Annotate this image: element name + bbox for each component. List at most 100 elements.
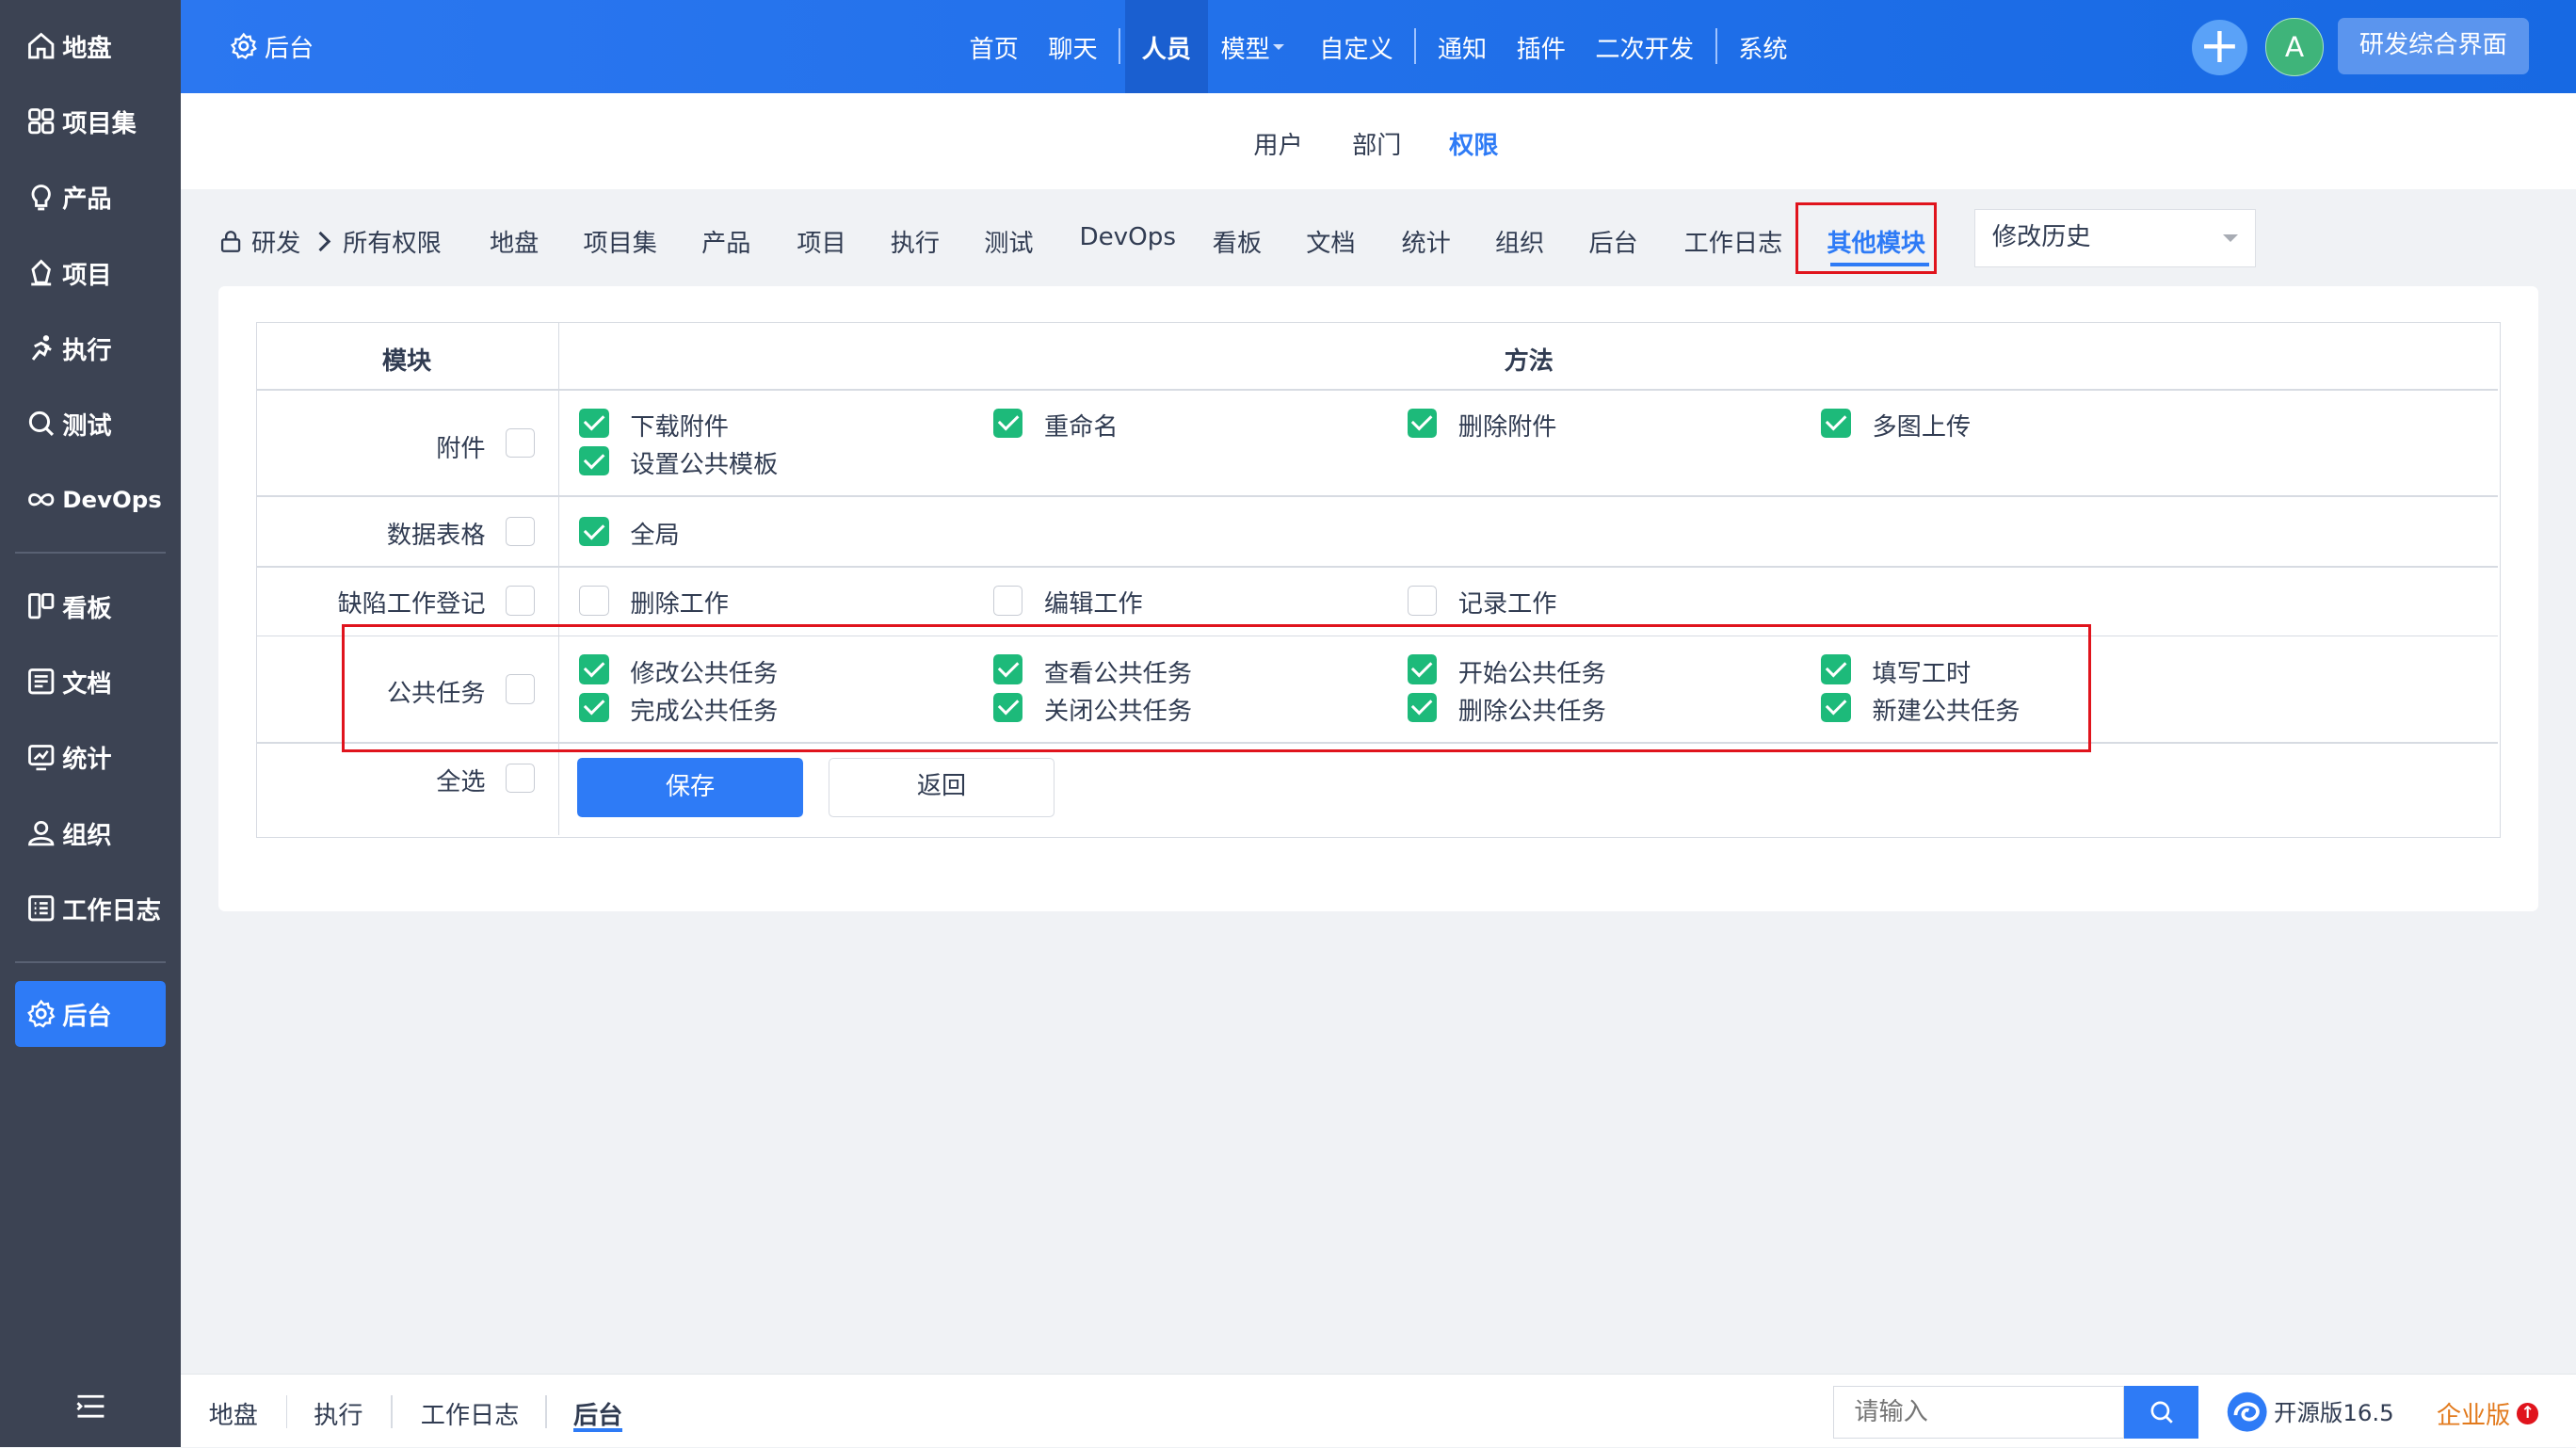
chevron-down-icon <box>1273 43 1285 51</box>
tab-permissions[interactable]: 权限 <box>1449 125 1498 161</box>
nav-plugin[interactable]: 插件 <box>1517 0 1566 93</box>
module-checkbox[interactable] <box>505 427 536 459</box>
sidebar-item-label: 工作日志 <box>62 896 161 925</box>
method-checkbox[interactable] <box>992 408 1023 439</box>
select-all-checkbox[interactable] <box>505 763 536 794</box>
footer-tab-admin[interactable]: 后台 <box>573 1395 622 1431</box>
sidebar-item-devops[interactable]: DevOps <box>15 467 167 533</box>
column-header-method: 方法 <box>1504 347 1554 377</box>
method-checkbox[interactable] <box>579 408 609 439</box>
method-label: 设置公共模板 <box>630 451 779 480</box>
method-label: 多图上传 <box>1872 412 1972 442</box>
tab-departments[interactable]: 部门 <box>1352 125 1401 161</box>
footer-tab-dashboard[interactable]: 地盘 <box>209 1395 258 1431</box>
search-input[interactable] <box>1833 1386 2125 1439</box>
nav-chat[interactable]: 聊天 <box>1048 0 1097 93</box>
breadcrumb[interactable]: 研发 所有权限 <box>218 223 442 259</box>
history-select[interactable]: 修改历史 <box>1974 208 2256 268</box>
sidebar-item-product[interactable]: 产品 <box>15 165 167 231</box>
sidebar-item-label: 项目 <box>62 261 112 290</box>
home-icon <box>26 31 56 60</box>
module-label: 数据表格 <box>386 522 486 551</box>
sidebar-item-stats[interactable]: 统计 <box>15 725 167 791</box>
module-tab-stats[interactable]: 统计 <box>1401 223 1450 259</box>
module-label: 附件 <box>436 434 486 463</box>
sidebar-item-doc[interactable]: 文档 <box>15 649 167 715</box>
admin-brand-label: 后台 <box>264 34 314 63</box>
method-checkbox[interactable] <box>1821 408 1851 439</box>
chevron-right-icon <box>311 231 331 252</box>
nav-people[interactable]: 人员 <box>1125 0 1208 94</box>
module-tab-admin[interactable]: 后台 <box>1588 223 1637 259</box>
rd-interface-button[interactable]: 研发综合界面 <box>2338 18 2529 74</box>
table-row-divider <box>257 495 2499 497</box>
tab-users[interactable]: 用户 <box>1253 125 1302 161</box>
highlight-box-tab <box>1795 201 1938 275</box>
footer-tab-execution[interactable]: 执行 <box>314 1395 362 1431</box>
nav-divider <box>1119 27 1121 65</box>
sidebar-divider <box>14 552 167 555</box>
sidebar-item-execution[interactable]: 执行 <box>15 315 167 381</box>
table-column-divider <box>557 323 560 836</box>
module-tab-execution[interactable]: 执行 <box>891 223 940 259</box>
sidebar-item-admin[interactable]: 后台 <box>14 980 167 1047</box>
version-info: 开源版16.5 <box>2226 1391 2394 1433</box>
method-checkbox[interactable] <box>579 586 609 616</box>
nav-notify[interactable]: 通知 <box>1438 0 1487 93</box>
chart-icon <box>26 743 56 772</box>
method-label: 删除附件 <box>1457 412 1557 442</box>
module-tab-dashboard[interactable]: 地盘 <box>490 223 539 259</box>
module-tab-worklog[interactable]: 工作日志 <box>1684 223 1783 259</box>
module-checkbox[interactable] <box>505 516 536 547</box>
footer-divider <box>285 1395 288 1429</box>
sub-tabs: 用户 部门 权限 <box>180 93 2576 189</box>
module-tab-kanban[interactable]: 看板 <box>1213 223 1262 259</box>
module-tab-org[interactable]: 组织 <box>1495 223 1544 259</box>
sidebar-divider <box>14 960 167 963</box>
enterprise-label: 企业版 <box>2436 1402 2511 1431</box>
sidebar-item-project[interactable]: 项目 <box>15 240 167 306</box>
sidebar-item-dashboard[interactable]: 地盘 <box>15 13 167 79</box>
doc-icon <box>26 667 56 696</box>
method-checkbox[interactable] <box>1407 408 1438 439</box>
project-icon <box>26 258 56 287</box>
avatar[interactable]: A <box>2265 18 2324 76</box>
footer-tab-worklog[interactable]: 工作日志 <box>421 1395 520 1431</box>
sidebar-item-label: 地盘 <box>62 34 112 63</box>
module-tab-project[interactable]: 项目 <box>797 223 845 259</box>
nav-divider <box>1414 27 1417 65</box>
search-button[interactable] <box>2124 1386 2198 1439</box>
module-tab-devops[interactable]: DevOps <box>1079 223 1176 251</box>
sidebar-item-label: 看板 <box>62 594 112 623</box>
method-checkbox[interactable] <box>992 586 1023 616</box>
sidebar-item-program[interactable]: 项目集 <box>15 88 167 154</box>
sidebar-item-kanban[interactable]: 看板 <box>15 573 167 639</box>
search-icon <box>26 409 56 438</box>
sidebar-item-org[interactable]: 组织 <box>15 800 167 866</box>
nav-dev[interactable]: 二次开发 <box>1595 0 1694 93</box>
module-tab-product[interactable]: 产品 <box>701 223 750 259</box>
sidebar-item-worklog[interactable]: 工作日志 <box>15 876 167 941</box>
create-plus-button[interactable]: + <box>2191 20 2248 76</box>
nav-model[interactable]: 模型 <box>1221 0 1285 93</box>
module-tab-doc[interactable]: 文档 <box>1306 223 1355 259</box>
sidebar-item-label: 后台 <box>62 1002 112 1031</box>
collapse-menu-icon[interactable] <box>74 1392 107 1421</box>
nav-custom[interactable]: 自定义 <box>1319 0 1393 93</box>
method-checkbox[interactable] <box>579 445 609 476</box>
save-button[interactable]: 保存 <box>577 758 803 818</box>
permission-table: 模块 方法 附件 下载附件 重命名 删除附件 多图上传 设置公共模板 数据表格 … <box>256 322 2501 838</box>
enterprise-link[interactable]: 企业版 ↑ <box>2437 1395 2538 1431</box>
history-select-value: 修改历史 <box>1991 222 2091 251</box>
nav-home[interactable]: 首页 <box>970 0 1019 93</box>
method-checkbox[interactable] <box>1407 586 1438 616</box>
gear-icon <box>26 999 56 1028</box>
module-checkbox[interactable] <box>505 586 536 616</box>
admin-brand[interactable]: 后台 <box>230 28 314 64</box>
module-tab-test[interactable]: 测试 <box>984 223 1033 259</box>
method-checkbox[interactable] <box>579 516 609 547</box>
nav-system[interactable]: 系统 <box>1738 0 1787 93</box>
sidebar-item-test[interactable]: 测试 <box>15 391 167 457</box>
module-tab-program[interactable]: 项目集 <box>583 223 656 259</box>
back-button[interactable]: 返回 <box>829 758 1055 818</box>
